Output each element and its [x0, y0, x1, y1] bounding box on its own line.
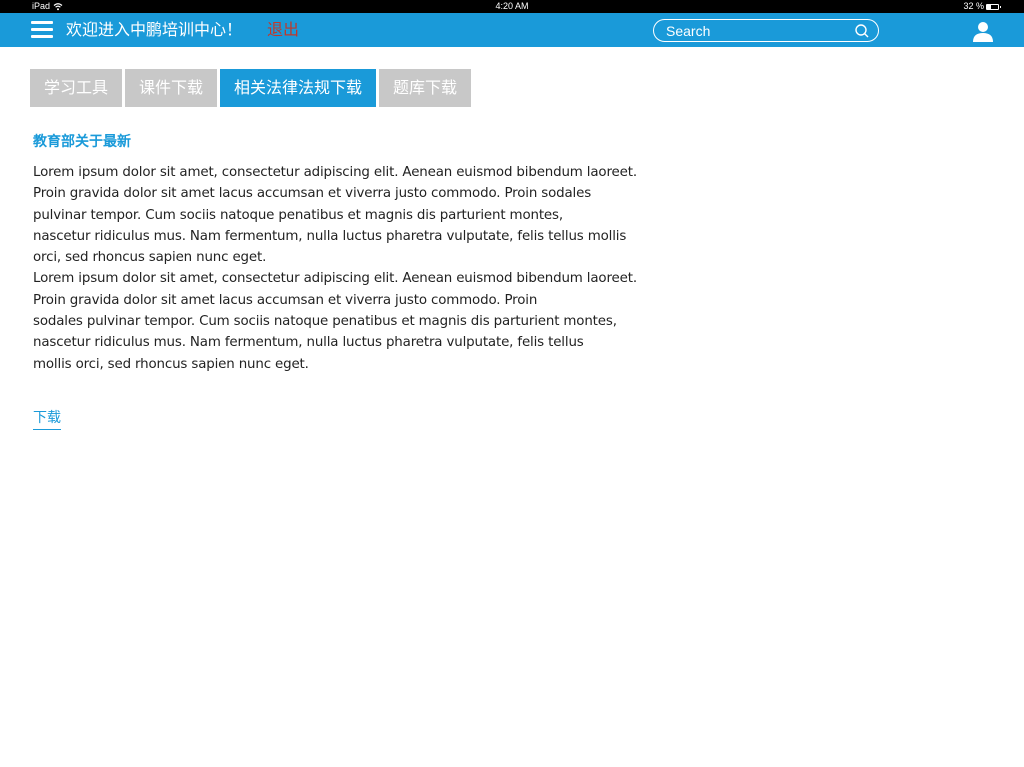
app-header: 欢迎进入中鹏培训中心！ 退出	[0, 13, 1024, 47]
article-title: 教育部关于最新	[33, 134, 131, 150]
article-line: nascetur ridiculus mus. Nam fermentum, n…	[33, 228, 627, 244]
article-line: Proin gravida dolor sit amet lacus accum…	[33, 186, 592, 202]
logout-link[interactable]: 退出	[267, 19, 299, 41]
article-line: nascetur ridiculus mus. Nam fermentum, n…	[33, 335, 584, 351]
welcome-text: 欢迎进入中鹏培训中心！	[66, 20, 243, 39]
search-icon[interactable]	[854, 23, 870, 39]
search-input[interactable]	[666, 21, 846, 40]
battery-icon	[986, 3, 1001, 10]
article-body: Lorem ipsum dolor sit amet, consectetur …	[33, 162, 713, 375]
tab-bar: 学习工具 课件下载 相关法律法规下载 题库下载	[30, 69, 472, 107]
tab-question-bank-download[interactable]: 题库下载	[379, 69, 472, 107]
download-link[interactable]: 下载	[33, 408, 61, 430]
tab-study-tools[interactable]: 学习工具	[30, 69, 123, 107]
article-line: orci, sed rhoncus sapien nunc eget.	[33, 250, 267, 266]
search-box	[653, 19, 879, 42]
tab-courseware-download[interactable]: 课件下载	[125, 69, 218, 107]
article-line: pulvinar tempor. Cum sociis natoque pena…	[33, 207, 563, 223]
status-time: 4:20 AM	[495, 1, 529, 11]
user-icon[interactable]	[972, 21, 994, 43]
article-line: Lorem ipsum dolor sit amet, consectetur …	[33, 165, 637, 180]
article-line: mollis orci, sed rhoncus sapien nunc ege…	[33, 356, 309, 372]
battery-percent: 32 %	[963, 1, 984, 11]
article-line: sodales pulvinar tempor. Cum sociis nato…	[33, 314, 617, 330]
article-content: 教育部关于最新 Lorem ipsum dolor sit amet, cons…	[33, 132, 713, 430]
article-line: Proin gravida dolor sit amet lacus accum…	[33, 292, 538, 308]
article-line: Lorem ipsum dolor sit amet, consectetur …	[33, 271, 637, 287]
status-bar: iPad 4:20 AM 32 %	[0, 0, 1024, 13]
battery-fill	[987, 4, 991, 9]
tab-laws-regulations-download[interactable]: 相关法律法规下载	[220, 69, 377, 107]
hamburger-menu-icon[interactable]	[31, 21, 53, 39]
status-right: 32 %	[963, 0, 1001, 13]
